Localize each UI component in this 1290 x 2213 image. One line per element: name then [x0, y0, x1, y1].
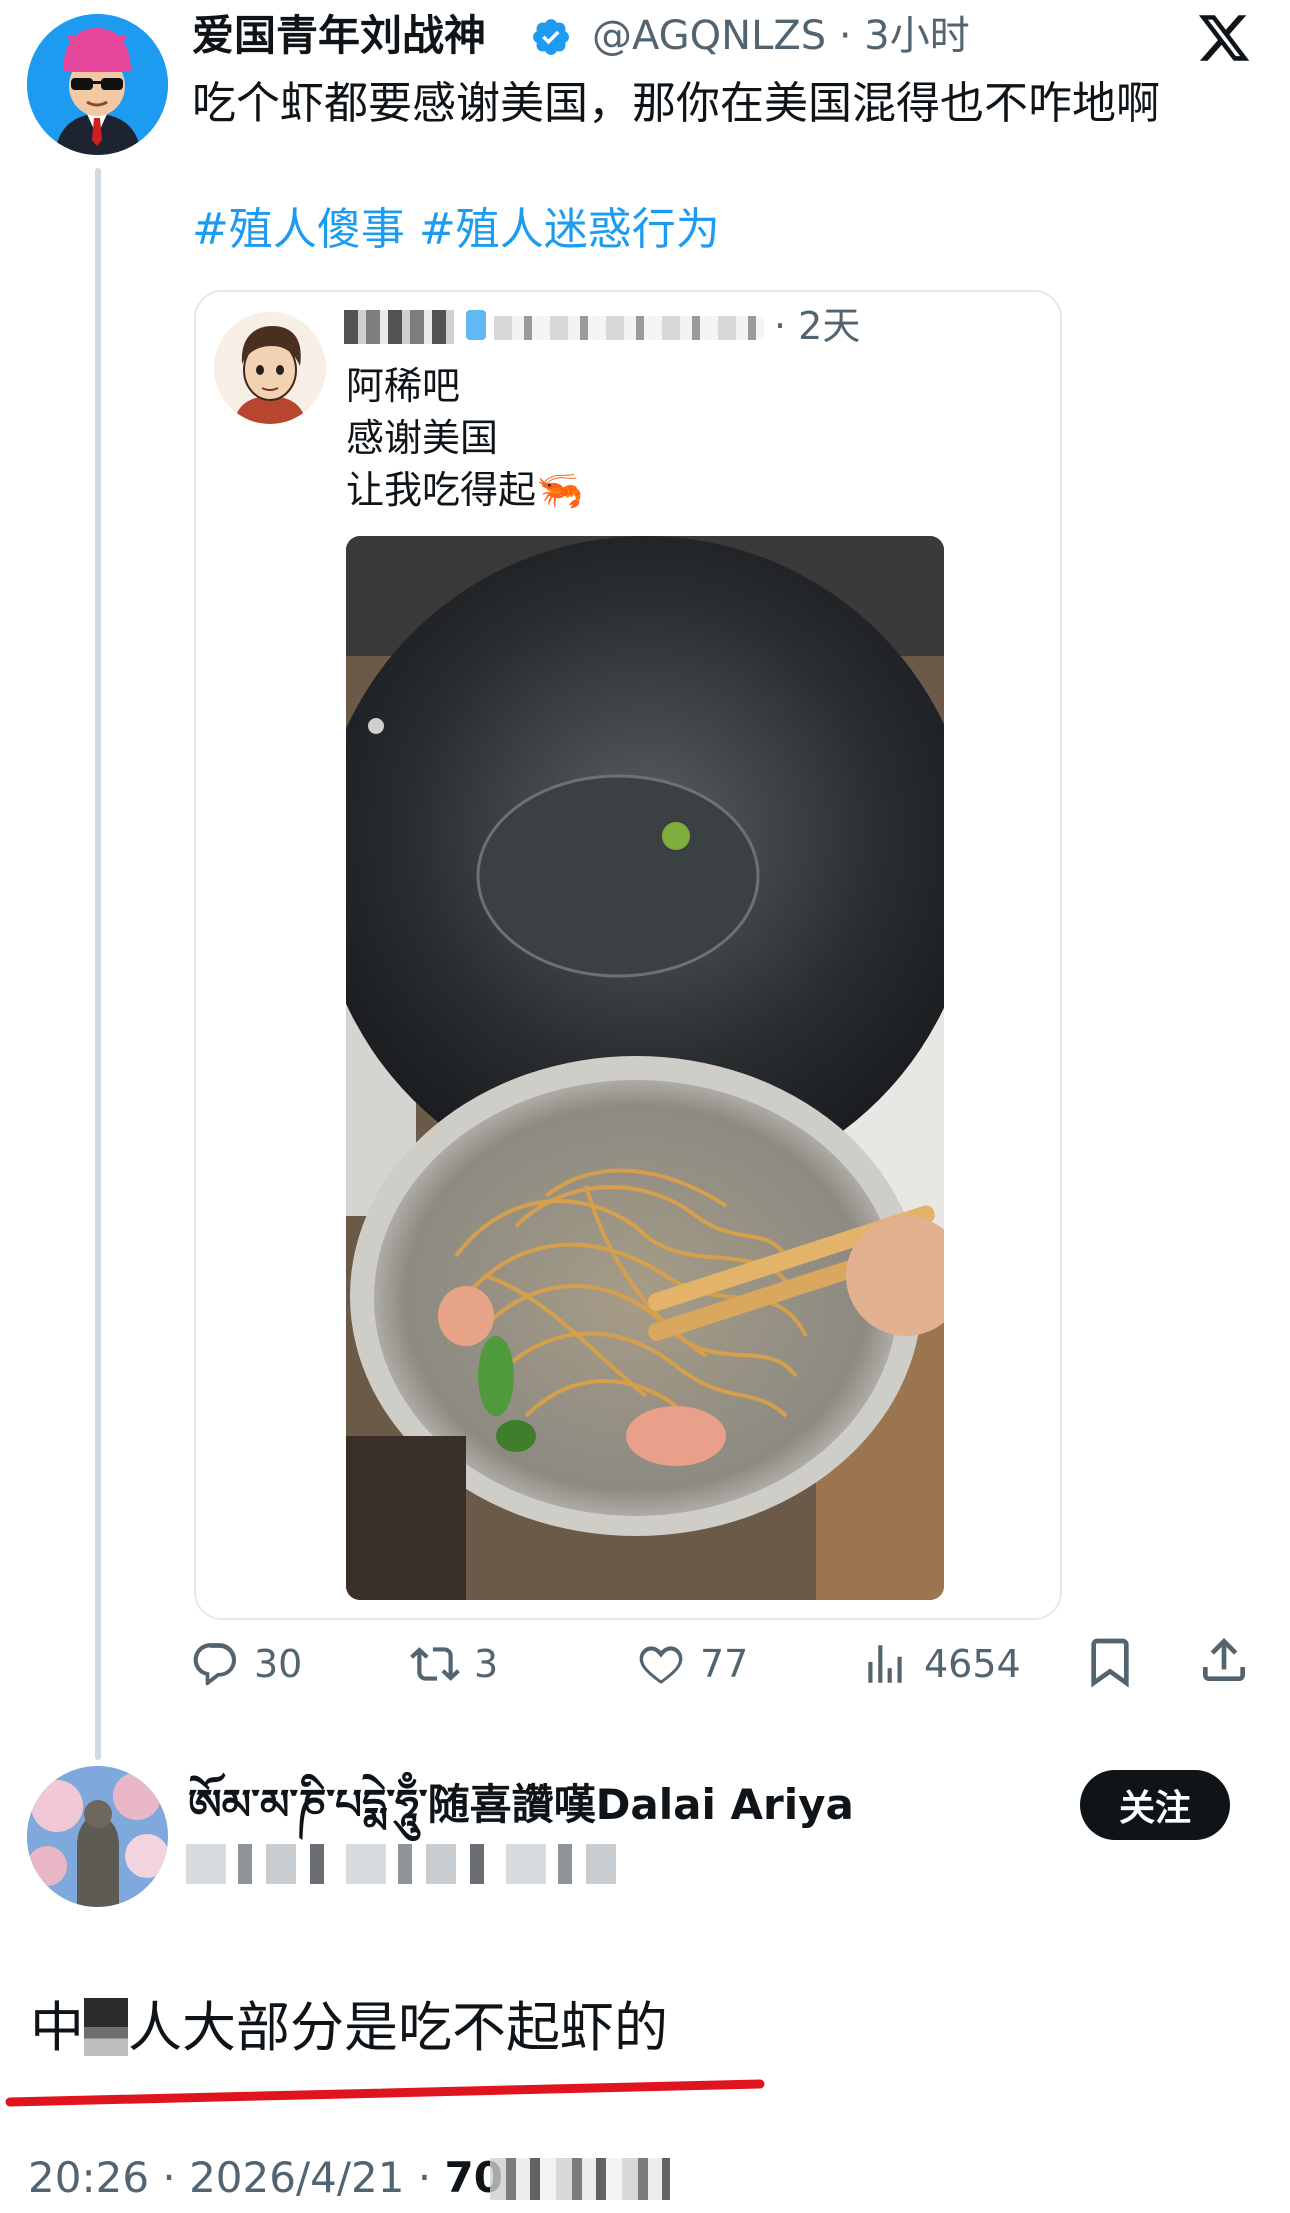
- quoted-author-meta[interactable]: · 2天: [344, 300, 864, 352]
- post-timestamp: 20:26 · 2026/4/21 ·: [28, 2153, 445, 2202]
- red-underline-annotation: [0, 2070, 780, 2120]
- thread-connector: [95, 168, 101, 1760]
- reply-author-display-name[interactable]: ཨོམ་མ་ཎི་པདྨེ་ཧཱུྃ་随喜讚嘆Dalai Ariya: [188, 1776, 854, 1834]
- quoted-text-line: 让我吃得起🦐: [346, 468, 584, 512]
- share-icon[interactable]: [1196, 1632, 1252, 1692]
- reply-text-end: 人大部分是吃不起虾的: [128, 1996, 668, 2059]
- repost-button[interactable]: 3: [410, 1634, 498, 1694]
- like-count: 77: [700, 1642, 749, 1686]
- repost-count: 3: [474, 1642, 499, 1686]
- follow-button[interactable]: 关注: [1080, 1770, 1230, 1840]
- reply-text-start: 中: [30, 1996, 84, 2059]
- like-button[interactable]: 77: [636, 1634, 748, 1694]
- verified-badge-icon: [530, 16, 572, 58]
- views-icon: [868, 1645, 902, 1683]
- post-hashtags[interactable]: #殖人傻事 #殖人迷惑行为: [192, 200, 720, 260]
- like-icon: [639, 1646, 683, 1684]
- x-logo-icon[interactable]: [1196, 10, 1252, 66]
- repost-icon: [410, 1647, 460, 1681]
- post-text: 吃个虾都要感谢美国，那你在美国混得也不咋地啊: [192, 78, 1160, 129]
- views-button[interactable]: 4654: [860, 1634, 1021, 1694]
- author-avatar[interactable]: [27, 14, 168, 155]
- censor-mosaic: [84, 1998, 128, 2056]
- author-handle-and-time[interactable]: @AGQNLZS · 3小时: [592, 8, 970, 64]
- reply-author-avatar[interactable]: [27, 1766, 168, 1907]
- reply-author-handle-blurred: [186, 1844, 616, 1884]
- reply-icon: [193, 1643, 237, 1686]
- quoted-text-line: 阿稀吧: [346, 364, 461, 408]
- footer-label-blurred: [490, 2158, 670, 2200]
- reply-text: 中人大部分是吃不起虾的: [30, 1990, 668, 2066]
- author-display-name[interactable]: 爱国青年刘战神: [192, 8, 486, 64]
- quoted-author-avatar[interactable]: [214, 312, 326, 424]
- quoted-post-time: · 2天: [774, 304, 861, 348]
- quoted-text-line: 感谢美国: [346, 416, 499, 460]
- reply-button[interactable]: 30: [190, 1634, 302, 1694]
- bookmark-icon[interactable]: [1082, 1634, 1138, 1694]
- reply-count: 30: [254, 1642, 303, 1686]
- post-timestamp-footer: 20:26 · 2026/4/21 · 70: [28, 2150, 503, 2206]
- quoted-post-photo[interactable]: [346, 536, 944, 1600]
- views-count: 4654: [924, 1642, 1021, 1686]
